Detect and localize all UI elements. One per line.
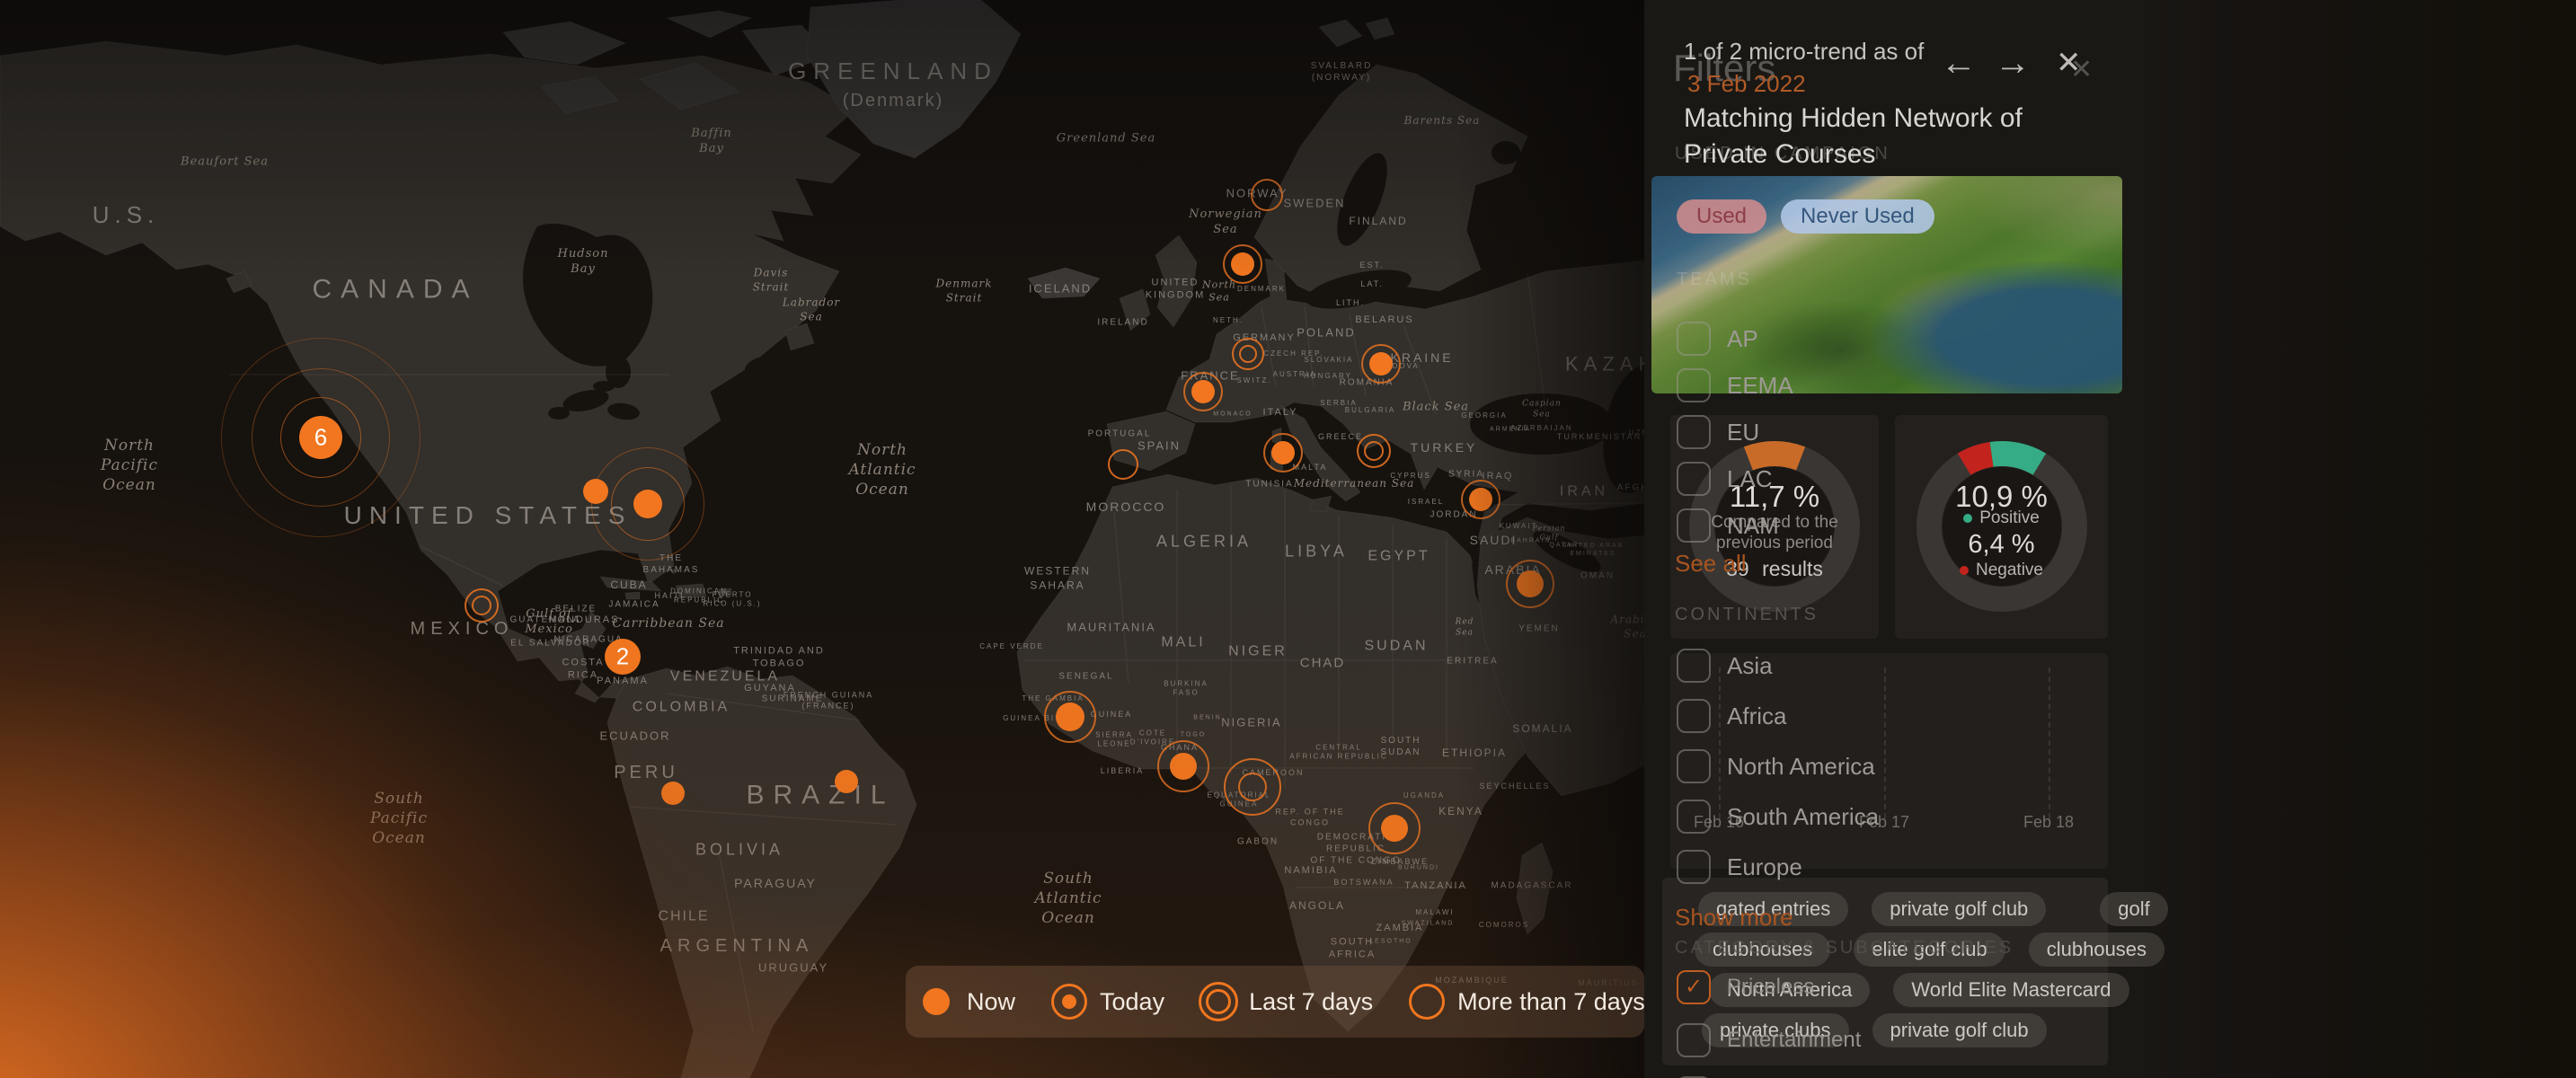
app-screen: U.S. CANADA UNITED STATES MEXICO BRAZIL ARGEN… [0,0,2576,1078]
legend-double-ring-icon [1199,982,1239,1021]
marker-ring [1224,758,1281,816]
marker-ring [1361,344,1401,384]
next-trend-button[interactable]: → [1995,45,2031,81]
map-recency-legend: Now Today Last 7 days More than 7 days ago [906,966,1692,1038]
marker-ring [465,588,499,623]
marker-dot [661,782,685,805]
marker-ring [1357,434,1391,468]
marker-dot [835,770,858,793]
legend-dot-ring-icon [1051,984,1088,1020]
marker-ring [1251,179,1283,211]
marker-ring [1044,691,1096,743]
legend-solid-icon [918,984,954,1020]
marker-ring [1183,372,1223,411]
marker-ring [591,447,704,561]
close-overlay-button[interactable]: ✕ [2056,45,2082,81]
marker-ring [1232,338,1264,370]
marker-ring [1368,802,1421,854]
micro-trend-pager-label: 1 of 2 micro-trend as of [1684,38,1925,65]
micro-trend-title: Matching Hidden Network of Private Cours… [1684,103,2023,169]
legend-label: Now [967,987,1016,1015]
marker-count-label: 6 [314,423,328,451]
marker-ring [1263,433,1303,473]
legend-item-dot-ring: Today [1051,984,1164,1020]
previous-trend-button[interactable]: ← [1941,45,1977,81]
map-markers: 62 [0,0,1677,1078]
marker-ring [1157,740,1209,792]
legend-label: Today [1100,987,1165,1015]
marker-ring [1223,244,1262,284]
marker-ring [1108,449,1138,480]
legend-ring-icon [1409,984,1446,1020]
right-panel: 11,7 % Compared to the previous period 39… [1644,0,2576,1078]
marker-ring [1461,480,1500,519]
legend-label: Last 7 days [1249,987,1374,1015]
legend-item-solid: Now [918,984,1015,1020]
world-map[interactable]: U.S. CANADA UNITED STATES MEXICO BRAZIL ARGEN… [0,0,1677,1078]
overlay-header-layer: 1 of 2 micro-trend as of 3 Feb 2022 ← → … [1644,0,2576,1078]
marker-count-label: 2 [615,642,630,670]
legend-item-double-ring: Last 7 days [1199,982,1374,1021]
micro-trend-date: 3 Feb 2022 [1687,70,1806,97]
marker-ring [1506,560,1554,608]
